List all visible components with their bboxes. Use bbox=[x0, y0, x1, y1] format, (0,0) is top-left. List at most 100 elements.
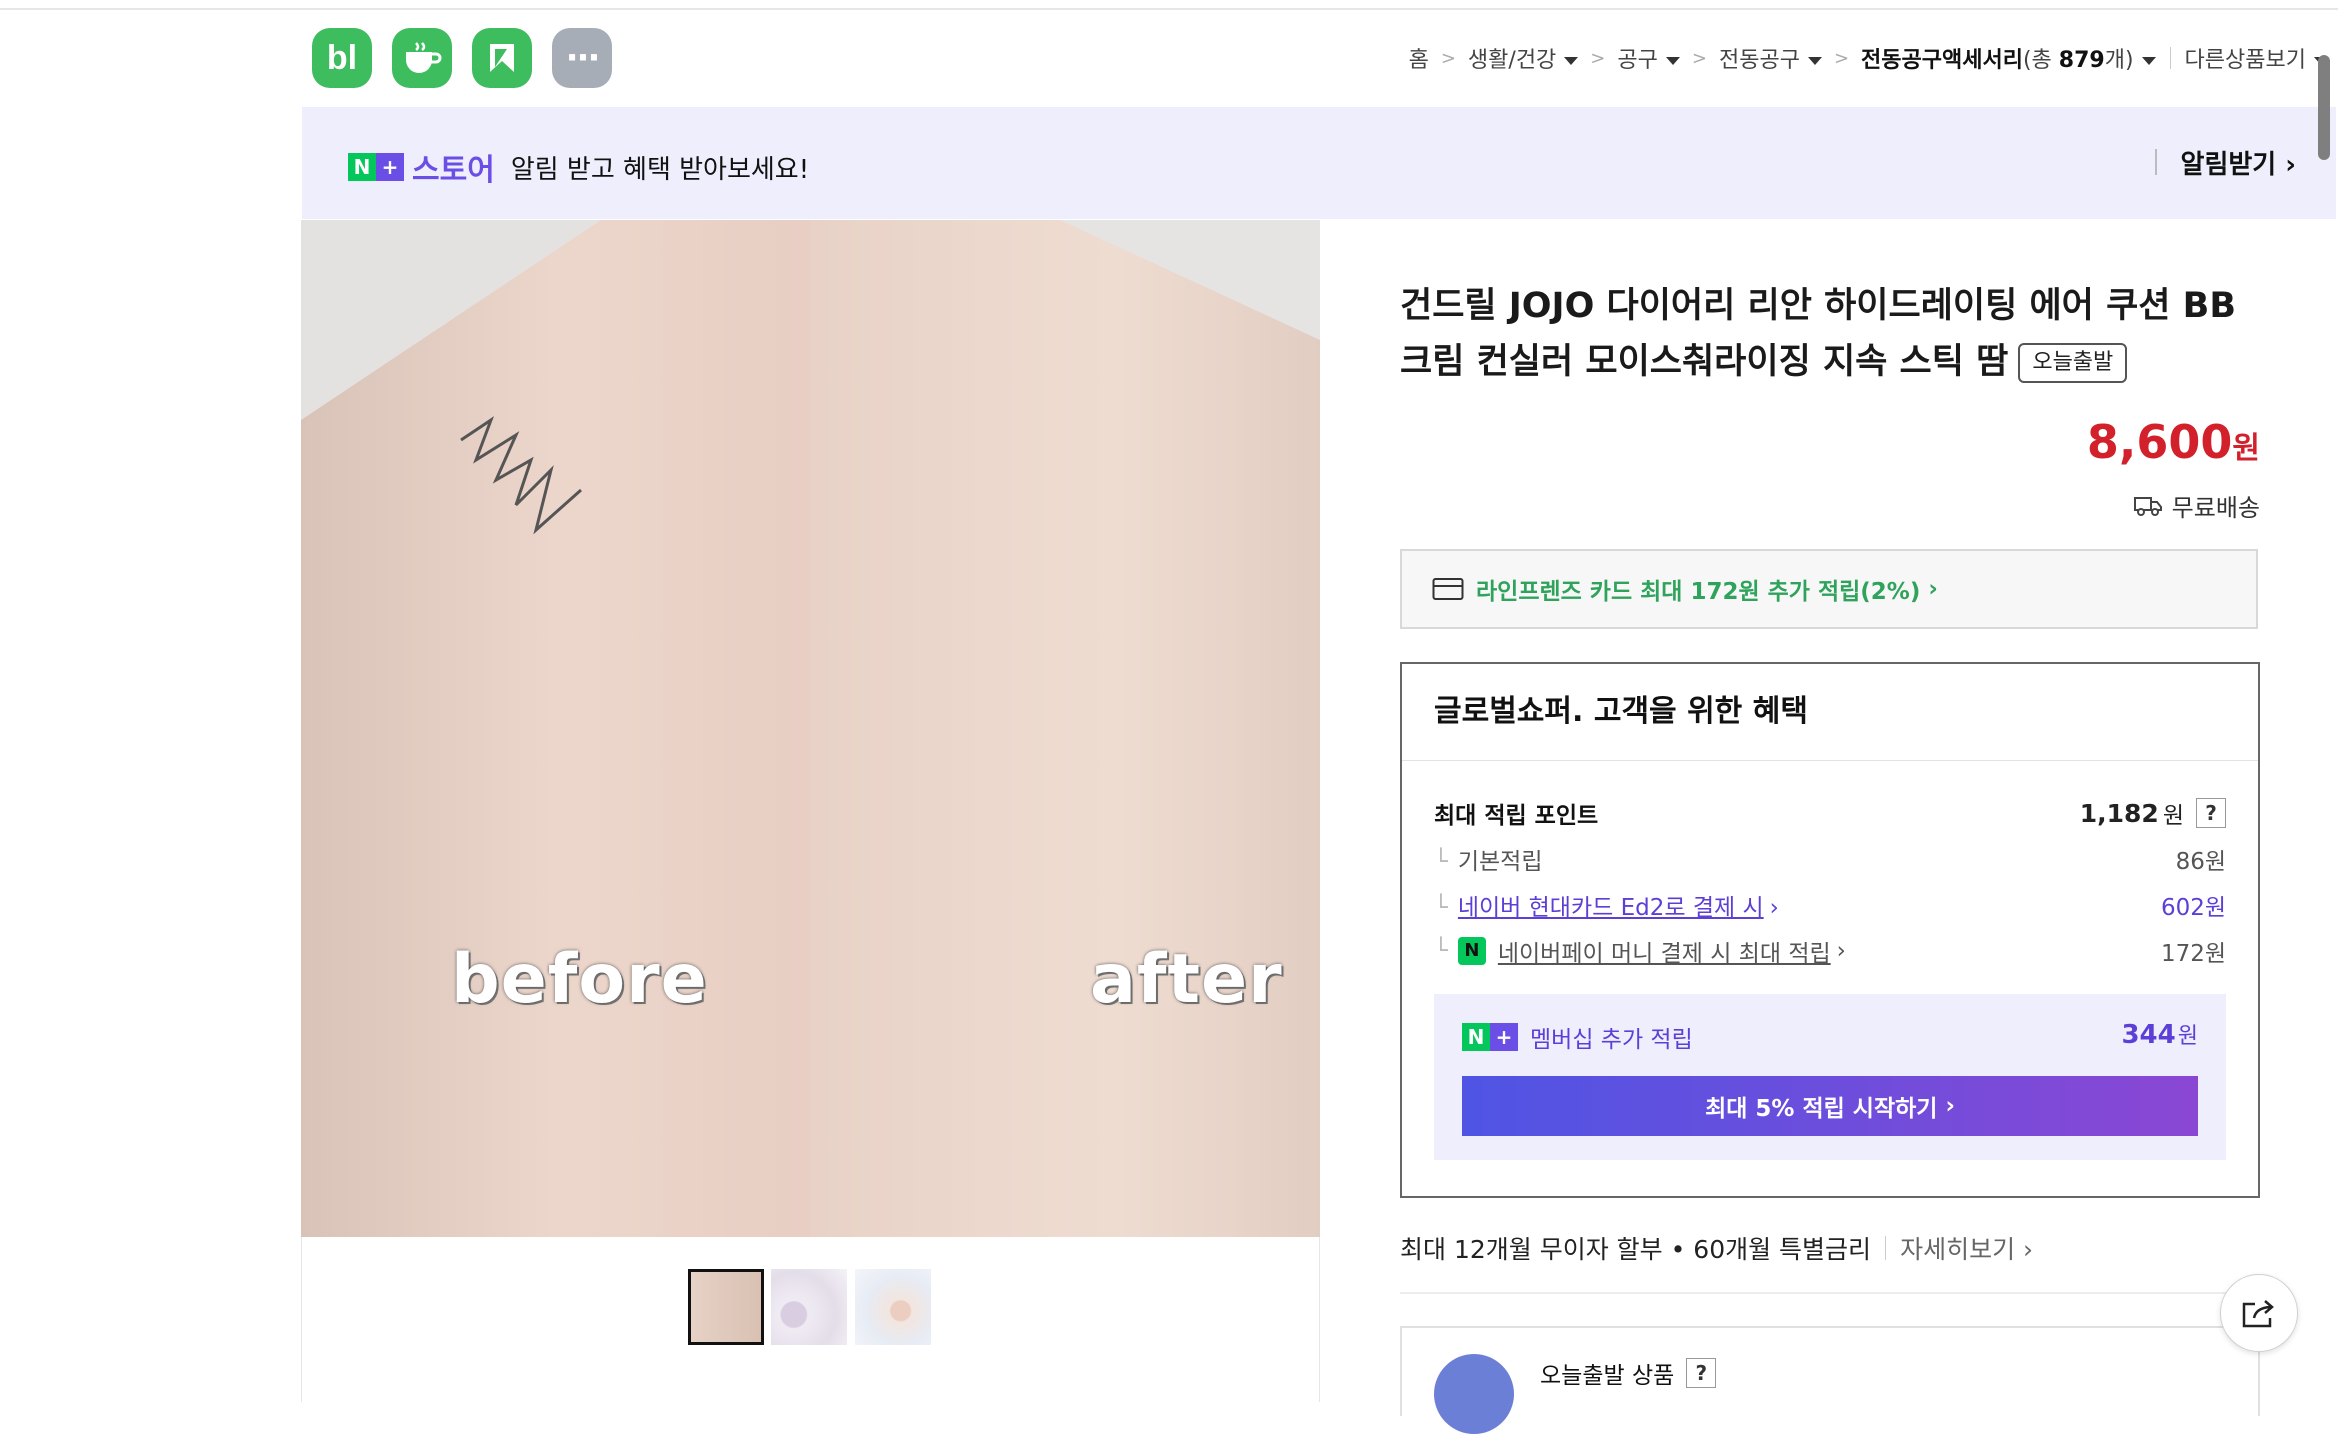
more-apps-button[interactable]: ··· bbox=[552, 28, 612, 88]
after-panel: after bbox=[810, 220, 1320, 1237]
page-scrollbar[interactable] bbox=[2318, 55, 2330, 160]
truck-badge-icon bbox=[1434, 1354, 1514, 1434]
breadcrumb-label: 공구 bbox=[1617, 48, 1658, 73]
share-button[interactable] bbox=[2220, 1274, 2298, 1352]
breadcrumb-current-category[interactable]: 전동공구액세서리(총 879개) bbox=[1861, 42, 2156, 74]
caret-down-icon bbox=[1564, 57, 1579, 65]
product-price: 8,600원 bbox=[2087, 415, 2260, 469]
breadcrumb-count: 879 bbox=[2058, 48, 2105, 73]
naverpay-link[interactable]: 네이버페이 머니 결제 시 최대 적립 bbox=[1498, 934, 1831, 968]
before-panel: before bbox=[301, 220, 810, 1237]
window-top-border bbox=[0, 0, 2338, 10]
blog-app-icon[interactable]: bl bbox=[312, 28, 372, 88]
arm-illustration-before bbox=[301, 220, 810, 1237]
caret-down-icon bbox=[2141, 57, 2156, 65]
tree-branch-icon: └ bbox=[1434, 938, 1448, 964]
basic-points-label: 기본적립 bbox=[1457, 849, 1543, 875]
naver-plus-logo: N + bbox=[348, 153, 404, 181]
breadcrumb-home[interactable]: 홈 bbox=[1409, 42, 1429, 74]
membership-button-label: 최대 5% 적립 시작하기 bbox=[1705, 1096, 1938, 1122]
naverpay-row: └ N 네이버페이 머니 결제 시 최대 적립 › 172원 bbox=[1434, 934, 2226, 968]
after-label: after bbox=[1090, 940, 1283, 1019]
max-points-row: 최대 적립 포인트 1,182 원? bbox=[1434, 796, 2226, 830]
chevron-right-icon: › bbox=[1769, 895, 1779, 921]
other-products-label: 다른상품보기 bbox=[2184, 48, 2306, 73]
breadcrumb-separator: > bbox=[1440, 47, 1456, 69]
store-alert-banner: N + 스토어 알림 받고 혜택 받아보세요! 알림받기 › bbox=[302, 107, 2336, 219]
naverpay-value: 172원 bbox=[2160, 941, 2226, 967]
naverpay-icon: N bbox=[1457, 937, 1486, 965]
max-points-unit: 원 bbox=[2162, 803, 2184, 829]
thumbnail-1[interactable] bbox=[688, 1269, 764, 1345]
cafe-app-icon[interactable] bbox=[392, 28, 452, 88]
installment-details-label: 자세히보기 bbox=[1900, 1235, 2016, 1264]
hyundai-card-value: 602원 bbox=[2160, 895, 2226, 921]
share-icon bbox=[2242, 1300, 2274, 1328]
delivery-truck-icon bbox=[2133, 496, 2162, 516]
bookmark-app-icon[interactable] bbox=[472, 28, 532, 88]
max-points-value: 1,182 bbox=[2079, 798, 2159, 828]
installment-divider bbox=[1885, 1236, 1887, 1260]
naver-plus-logo: N + bbox=[1462, 1023, 1518, 1051]
chevron-right-icon: › bbox=[2023, 1235, 2034, 1264]
card-promo-link[interactable]: 라인프렌즈 카드 최대 172원 추가 적립(2%) › bbox=[1400, 549, 2258, 629]
chevron-right-icon: › bbox=[2285, 149, 2296, 180]
breadcrumb-label: 전동공구 bbox=[1718, 48, 1800, 73]
breadcrumb-separator: > bbox=[1833, 47, 1850, 69]
subscribe-alert-button[interactable]: 알림받기 › bbox=[2181, 144, 2296, 181]
breadcrumb-category-power-tools[interactable]: 전동공구 bbox=[1719, 42, 1822, 74]
basic-points-value: 86원 bbox=[2175, 849, 2226, 875]
other-products-link[interactable]: 다른상품보기 bbox=[2185, 42, 2328, 74]
benefit-panel: 글로벌쇼퍼. 고객을 위한 혜택 최대 적립 포인트 1,182 원? └ 기본적립… bbox=[1400, 662, 2260, 1198]
breadcrumb-count-prefix: (총 bbox=[2022, 48, 2059, 73]
today-dispatch-badge: 오늘출발 bbox=[2018, 343, 2128, 383]
tree-branch-icon: └ bbox=[1434, 895, 1448, 921]
thumbnail-strip bbox=[301, 1237, 1320, 1402]
section-divider bbox=[1400, 1292, 2260, 1294]
before-label: before bbox=[451, 940, 708, 1019]
price-currency: 원 bbox=[2232, 431, 2260, 466]
breadcrumb-divider bbox=[2169, 47, 2171, 69]
breadcrumb-separator: > bbox=[1590, 47, 1606, 69]
product-title: 건드릴 JOJO 다이어리 리안 하이드레이팅 에어 쿠션 BB 크림 컨실러 … bbox=[1400, 278, 2245, 390]
installment-info: 최대 12개월 무이자 할부 • 60개월 특별금리 자세히보기 › bbox=[1400, 1230, 2033, 1266]
membership-panel: N + 멤버십 추가 적립 344원 최대 5% 적립 시작하기 › bbox=[1434, 994, 2226, 1160]
store-label: 스토어 bbox=[412, 153, 495, 188]
shipping-label: 무료배송 bbox=[2171, 494, 2260, 522]
membership-start-button[interactable]: 최대 5% 적립 시작하기 › bbox=[1462, 1076, 2198, 1136]
card-promo-text: 라인프렌즈 카드 최대 172원 추가 적립(2%) bbox=[1476, 579, 1921, 605]
thumbnail-2[interactable] bbox=[771, 1269, 847, 1345]
breadcrumb: 홈 > 생활/건강 > 공구 > 전동공구 > 전동공구액세서리(총 879개)… bbox=[1409, 38, 2328, 78]
benefit-heading: 글로벌쇼퍼. 고객을 위한 혜택 bbox=[1402, 664, 2258, 761]
help-icon[interactable]: ? bbox=[2196, 798, 2226, 828]
basic-points-row: └ 기본적립 86원 bbox=[1434, 842, 2226, 876]
max-points-label: 최대 적립 포인트 bbox=[1434, 803, 1599, 829]
breadcrumb-separator: > bbox=[1691, 47, 1707, 69]
membership-label: 멤버십 추가 적립 bbox=[1530, 1027, 1693, 1053]
banner-divider bbox=[2154, 149, 2157, 175]
help-icon[interactable]: ? bbox=[1686, 1358, 1717, 1388]
membership-unit: 원 bbox=[2177, 1024, 2198, 1049]
shipping-info: 무료배송 bbox=[2133, 488, 2260, 523]
installment-details-link[interactable]: 자세히보기 › bbox=[1900, 1230, 2033, 1266]
caret-down-icon bbox=[1807, 57, 1822, 65]
installment-text: 최대 12개월 무이자 할부 • 60개월 특별금리 bbox=[1400, 1235, 1872, 1264]
hyundai-card-row: └ 네이버 현대카드 Ed2로 결제 시 › 602원 bbox=[1434, 888, 2226, 922]
breadcrumb-count-suffix: 개) bbox=[2104, 48, 2134, 73]
chevron-right-icon: › bbox=[1836, 938, 1846, 964]
more-dots-icon: ··· bbox=[565, 38, 601, 78]
caret-down-icon bbox=[1665, 57, 1680, 65]
thumbnail-3[interactable] bbox=[855, 1269, 931, 1345]
breadcrumb-category-tools[interactable]: 공구 bbox=[1617, 42, 1680, 74]
membership-value: 344 bbox=[2121, 1020, 2176, 1050]
chevron-right-icon: › bbox=[1945, 1093, 1955, 1119]
product-main-image[interactable]: before after bbox=[301, 220, 1320, 1237]
coffee-cup-icon bbox=[406, 42, 442, 73]
breadcrumb-label: 생활/건강 bbox=[1467, 48, 1557, 73]
credit-card-icon bbox=[1432, 578, 1464, 600]
banner-message: 알림 받고 혜택 받아보세요! bbox=[510, 154, 810, 185]
hyundai-card-link[interactable]: 네이버 현대카드 Ed2로 결제 시 bbox=[1458, 895, 1764, 921]
breadcrumb-category-health[interactable]: 생활/건강 bbox=[1467, 42, 1579, 74]
blog-icon-label: bl bbox=[326, 38, 358, 77]
today-shipping-box: 오늘출발 상품? bbox=[1400, 1326, 2260, 1434]
